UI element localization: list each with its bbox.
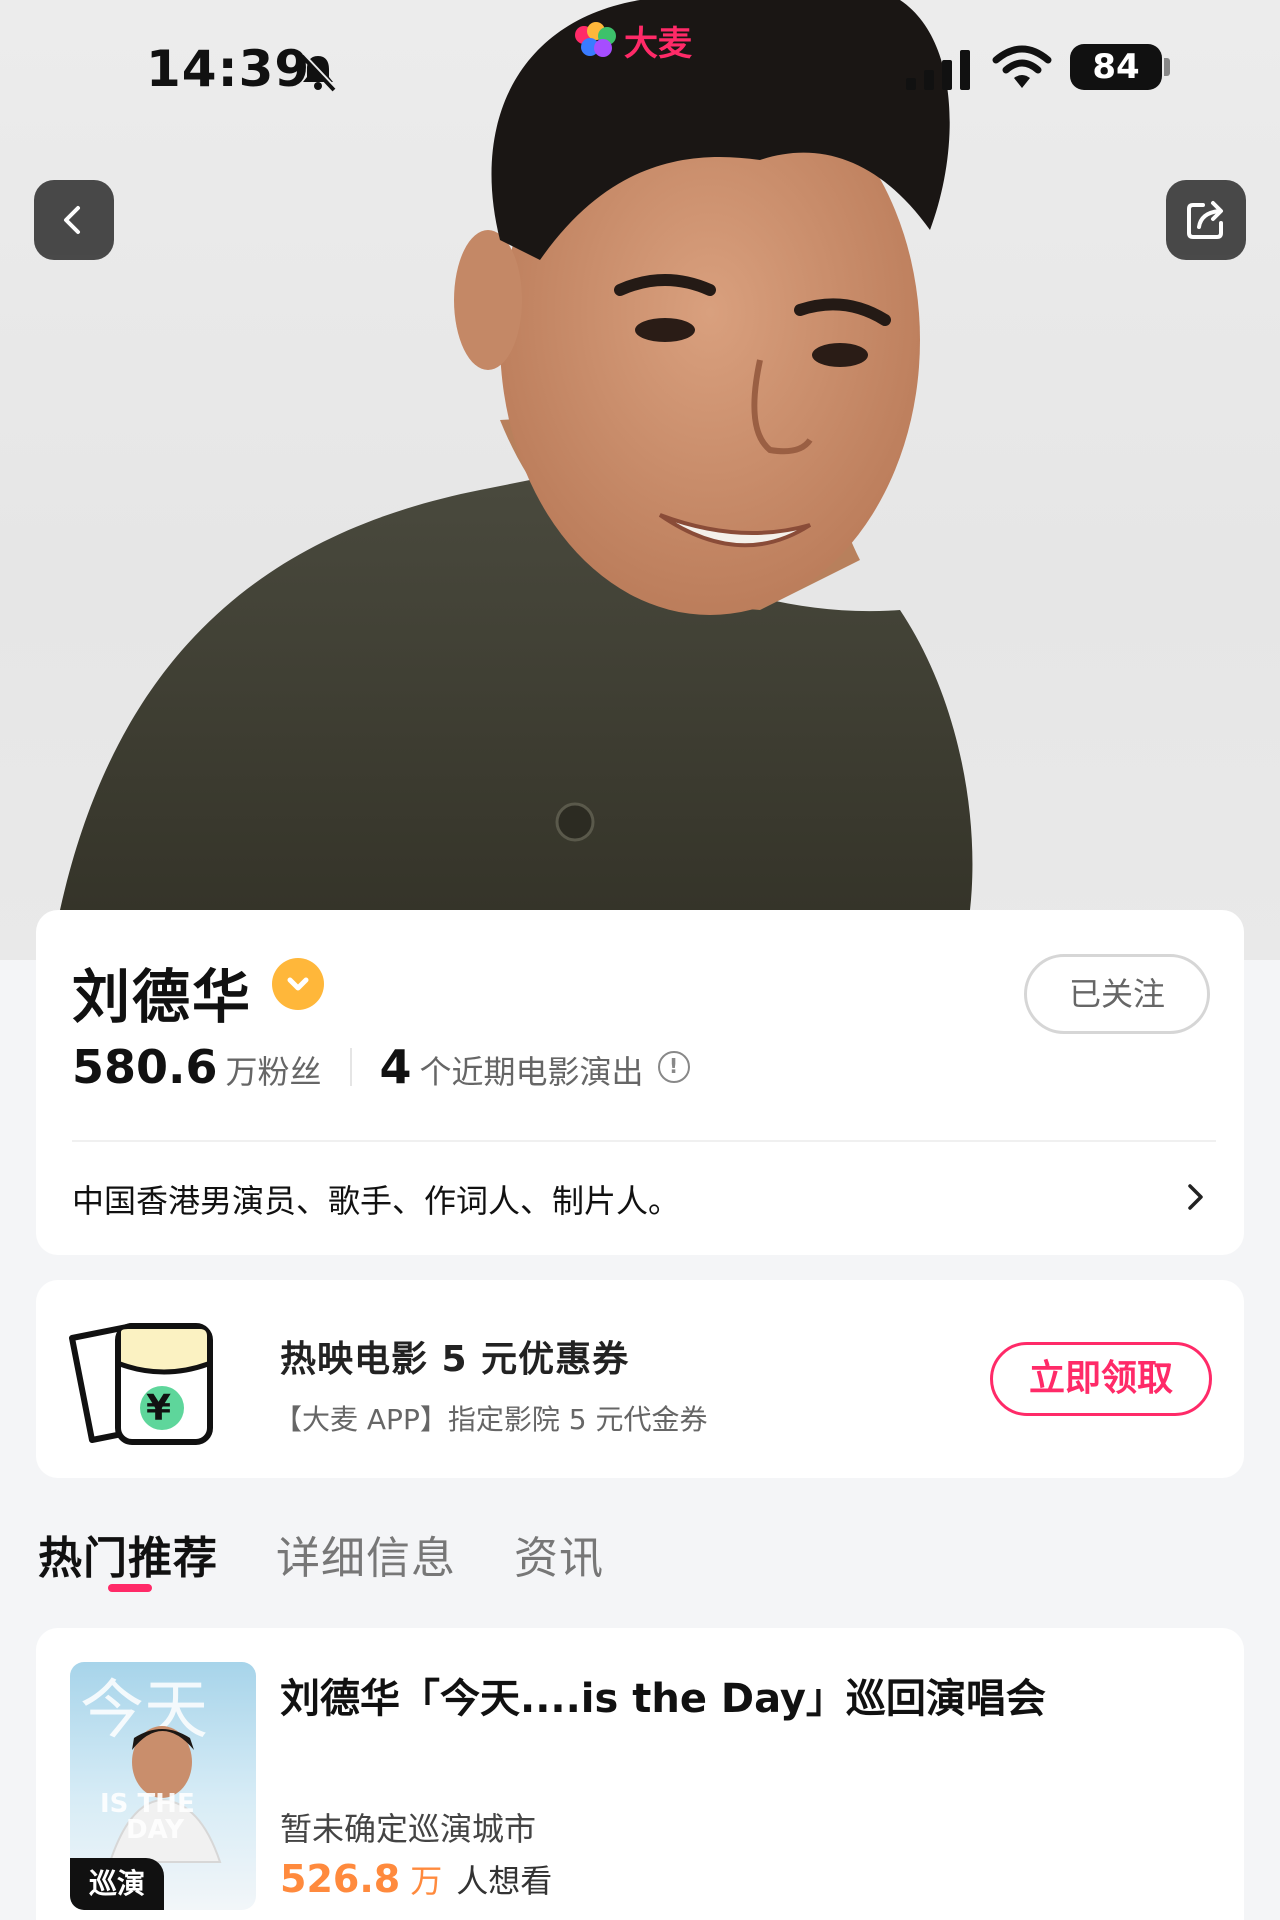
- tour-tag: 巡演: [70, 1858, 164, 1910]
- card-divider: [72, 1140, 1216, 1142]
- info-circle-icon[interactable]: !: [657, 1051, 690, 1083]
- cellular-signal-icon: [906, 50, 970, 90]
- svg-text:DAY: DAY: [126, 1815, 185, 1845]
- artist-bio[interactable]: 中国香港男演员、歌手、作词人、制片人。: [72, 1176, 680, 1222]
- wifi-icon: [992, 45, 1052, 88]
- content-tabs: 热门推荐 详细信息 资讯: [38, 1522, 604, 1586]
- tab-hot-recommend[interactable]: 热门推荐: [38, 1522, 218, 1586]
- artist-stats: 580.6 万粉丝 4 个近期电影演出 !: [72, 1040, 690, 1094]
- stats-divider: [349, 1048, 352, 1086]
- follow-button[interactable]: 已关注: [1024, 954, 1210, 1034]
- back-button[interactable]: [34, 180, 114, 260]
- verified-badge-icon: [272, 958, 324, 1010]
- artist-portrait: [60, 0, 973, 910]
- share-icon: [1187, 201, 1223, 239]
- status-time: 14:39: [146, 40, 311, 98]
- chevron-left-icon: [64, 206, 80, 234]
- shows-count: 4: [379, 1040, 412, 1094]
- profile-card: 刘德华 已关注 580.6 万粉丝 4 个近期电影演出 ! 中国香港男演员、歌手…: [36, 910, 1244, 1255]
- share-button[interactable]: [1166, 180, 1246, 260]
- bell-muted-icon: [300, 53, 337, 92]
- active-tab-indicator: [108, 1584, 152, 1592]
- battery-icon: 84: [1070, 44, 1162, 90]
- event-want-count: 526.8 万 人想看: [280, 1856, 552, 1902]
- shows-label: 个近期电影演出: [419, 1053, 644, 1091]
- coupon-card: ¥ 热映电影 5 元优惠券 【大麦 APP】指定影院 5 元代金券 立即领取: [36, 1280, 1244, 1478]
- hero-photo: [0, 0, 1280, 960]
- artist-name: 刘德华: [72, 963, 253, 1031]
- tab-news[interactable]: 资讯: [514, 1522, 604, 1586]
- fans-unit: 万粉丝: [225, 1053, 322, 1091]
- status-bar: 14:39 大麦 84: [0, 0, 1280, 140]
- event-card[interactable]: 今天 IS THE DAY 巡演 刘德华「今天....is the Day」巡回…: [36, 1628, 1244, 1920]
- battery-tip: [1164, 58, 1170, 76]
- coupon-subtitle: 【大麦 APP】指定影院 5 元代金券: [274, 1403, 708, 1436]
- brand-logo-text: 大麦: [624, 24, 692, 64]
- event-title[interactable]: 刘德华「今天....is the Day」巡回演唱会: [280, 1666, 1046, 1724]
- brand-logo: 大麦: [572, 16, 692, 65]
- want-label: 人想看: [456, 1862, 553, 1900]
- event-poster[interactable]: 今天 IS THE DAY 巡演: [70, 1662, 256, 1910]
- claim-coupon-button[interactable]: 立即领取: [990, 1342, 1212, 1416]
- currency-symbol: ¥: [146, 1388, 171, 1429]
- brand-flower-icon: [575, 21, 616, 57]
- fans-count: 580.6: [72, 1040, 218, 1094]
- tab-details[interactable]: 详细信息: [276, 1522, 456, 1586]
- want-number: 526.8: [280, 1857, 401, 1901]
- coupon-wallet-icon: ¥: [69, 1323, 213, 1445]
- chevron-right-icon[interactable]: [1182, 1180, 1208, 1214]
- want-unit: 万: [410, 1862, 443, 1900]
- event-city: 暂未确定巡演城市: [280, 1810, 537, 1848]
- coupon-title: 热映电影 5 元优惠券: [280, 1339, 630, 1380]
